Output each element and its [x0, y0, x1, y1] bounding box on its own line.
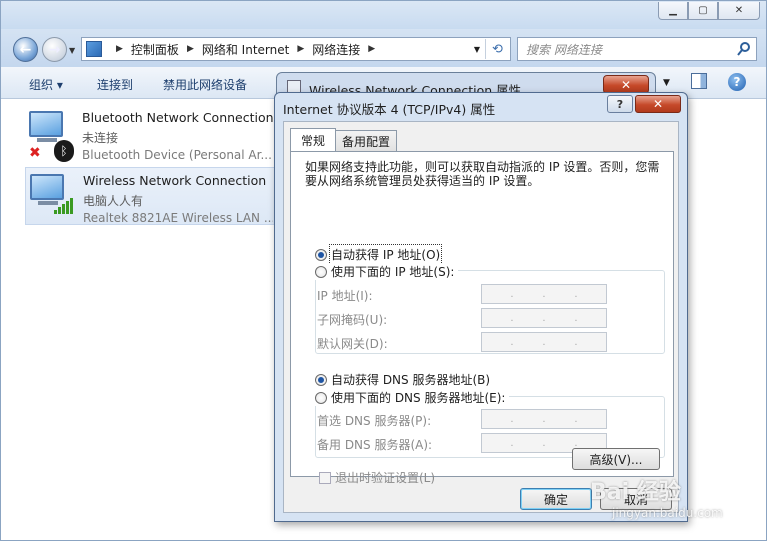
ip-address-field: ...	[481, 284, 607, 304]
address-bar[interactable]: ▶ 控制面板 ▶ 网络和 Internet ▶ 网络连接 ▶ ▼ ⟲	[81, 37, 511, 61]
dialog-help-button[interactable]: ?	[607, 95, 633, 113]
subnet-mask-label: 子网掩码(U):	[317, 313, 388, 327]
help-icon[interactable]: ?	[728, 73, 746, 91]
view-options-dropdown-icon[interactable]: ▼	[663, 78, 670, 88]
breadcrumb-separator-icon: ▶	[368, 44, 376, 54]
watermark-logo: Bai 经验	[590, 480, 681, 505]
dialog-title: Internet 协议版本 4 (TCP/IPv4) 属性	[283, 102, 496, 117]
connection-device: Bluetooth Device (Personal Ar...	[82, 148, 272, 162]
breadcrumb-separator-icon: ▶	[297, 44, 305, 54]
monitor-stand	[37, 138, 57, 142]
description-text: 如果网络支持此功能，则可以获取自动指派的 IP 设置。否则，您需要从网络系统管理…	[305, 160, 660, 188]
preferred-dns-field: ...	[481, 409, 607, 429]
bluetooth-icon: ᛒ	[54, 140, 74, 162]
back-arrow-icon: ←	[19, 41, 32, 58]
address-dropdown-icon[interactable]: ▼	[474, 45, 480, 54]
breadcrumb-network-internet[interactable]: 网络和 Internet	[202, 41, 289, 58]
ipv4-properties-dialog: Internet 协议版本 4 (TCP/IPv4) 属性 ? ✕ 常规 备用配…	[274, 92, 688, 522]
network-adapter-icon	[29, 111, 63, 137]
connection-name: Bluetooth Network Connection	[82, 110, 274, 125]
ok-button[interactable]: 确定	[520, 488, 592, 510]
list-item-wireless-connection[interactable]: Wireless Network Connection 电脑人人有 Realte…	[25, 167, 275, 225]
back-button[interactable]: ←	[13, 37, 38, 62]
watermark-url: jingyan.baidu.com	[612, 506, 723, 520]
connection-status: 未连接	[82, 131, 119, 145]
connection-device: Realtek 8821AE Wireless LAN ...	[83, 211, 273, 225]
auto-dns-label: 自动获得 DNS 服务器地址(B)	[331, 373, 491, 387]
minimize-button[interactable]: ▁	[658, 2, 688, 20]
manual-dns-label: 使用下面的 DNS 服务器地址(E):	[331, 391, 506, 405]
breadcrumb-separator-icon: ▶	[116, 44, 123, 54]
disconnected-x-icon: ✖	[29, 145, 41, 161]
connection-name: Wireless Network Connection	[83, 173, 267, 188]
auto-dns-radio[interactable]: 自动获得 DNS 服务器地址(B)	[315, 371, 490, 388]
radio-selected-icon[interactable]	[315, 248, 327, 261]
auto-ip-radio[interactable]: 自动获得 IP 地址(O)	[315, 244, 443, 265]
radio-unselected-icon[interactable]	[315, 265, 327, 278]
network-adapter-icon	[30, 174, 64, 200]
tab-alternate-config[interactable]: 备用配置	[335, 130, 398, 151]
default-gateway-label: 默认网关(D):	[317, 337, 388, 351]
breadcrumb-control-panel[interactable]: 控制面板	[131, 41, 179, 58]
address-row: ← → ▼ ▶ 控制面板 ▶ 网络和 Internet ▶ 网络连接 ▶ ▼ ⟲…	[1, 29, 766, 67]
alternate-dns-label: 备用 DNS 服务器(A):	[317, 438, 433, 452]
control-panel-icon	[86, 41, 102, 57]
history-dropdown-icon[interactable]: ▼	[69, 46, 75, 55]
advanced-button[interactable]: 高级(V)...	[572, 448, 660, 470]
forward-button[interactable]: →	[42, 37, 67, 62]
manual-ip-label: 使用下面的 IP 地址(S):	[331, 265, 455, 279]
disable-device-button[interactable]: 禁用此网络设备	[163, 76, 247, 93]
ip-address-label: IP 地址(I):	[317, 289, 373, 303]
search-placeholder: 搜索 网络连接	[526, 42, 602, 57]
validate-settings-checkbox: 退出时验证设置(L)	[319, 469, 435, 486]
connection-status: 电脑人人有	[83, 194, 144, 208]
search-icon[interactable]	[736, 41, 752, 57]
signal-strength-icon	[54, 198, 73, 214]
manual-dns-radio[interactable]: 使用下面的 DNS 服务器地址(E):	[315, 389, 510, 406]
forward-arrow-icon: →	[48, 41, 61, 58]
search-input[interactable]: 搜索 网络连接	[517, 37, 757, 61]
radio-unselected-icon[interactable]	[315, 391, 327, 404]
breadcrumb-network-connections[interactable]: 网络连接	[312, 41, 360, 58]
manual-ip-radio[interactable]: 使用下面的 IP 地址(S):	[315, 263, 459, 280]
maximize-button[interactable]: ▢	[688, 2, 718, 20]
list-item-bluetooth-connection[interactable]: ✖ ᛒ Bluetooth Network Connection 未连接 Blu…	[25, 105, 275, 163]
auto-ip-label: 自动获得 IP 地址(O)	[328, 244, 443, 265]
connect-to-button[interactable]: 连接到	[97, 76, 133, 93]
organize-menu[interactable]: 组织 ▾	[29, 76, 63, 93]
dialog-body: 常规 备用配置 如果网络支持此功能，则可以获取自动指派的 IP 设置。否则，您需…	[283, 121, 679, 513]
preferred-dns-label: 首选 DNS 服务器(P):	[317, 414, 432, 428]
refresh-icon[interactable]: ⟲	[485, 39, 509, 59]
default-gateway-field: ...	[481, 332, 607, 352]
explorer-titlebar: ▁ ▢ ✕	[1, 1, 766, 29]
checkbox-icon	[319, 471, 331, 484]
close-button[interactable]: ✕	[718, 2, 760, 20]
tab-strip: 常规 备用配置	[290, 128, 398, 151]
dialog-close-button[interactable]: ✕	[635, 95, 681, 113]
tab-general[interactable]: 常规	[290, 128, 337, 151]
preview-pane-icon[interactable]	[691, 73, 707, 89]
validate-settings-label: 退出时验证设置(L)	[335, 471, 436, 485]
breadcrumb-separator-icon: ▶	[186, 44, 194, 54]
general-tab-panel: 如果网络支持此功能，则可以获取自动指派的 IP 设置。否则，您需要从网络系统管理…	[290, 151, 674, 485]
radio-selected-icon[interactable]	[315, 373, 327, 386]
subnet-mask-field: ...	[481, 308, 607, 328]
